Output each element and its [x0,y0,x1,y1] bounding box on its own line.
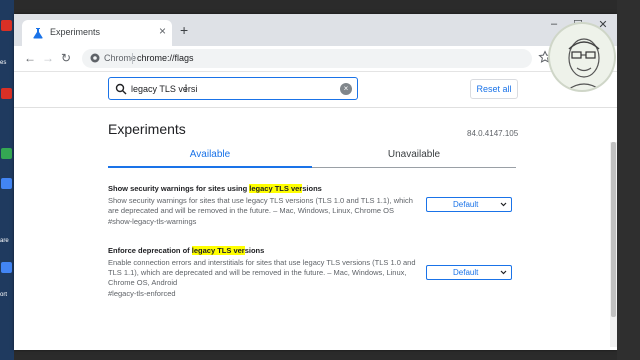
dropdown-value: Default [453,200,479,209]
desktop-app-icon[interactable] [1,20,12,31]
flags-search-header: × Reset all [14,72,617,108]
tab-unavailable[interactable]: Unavailable [312,146,516,168]
search-highlight: legacy TLS ver [191,246,245,255]
desktop-label: are [0,238,9,244]
desktop-background-right [617,0,640,360]
chevron-down-icon [500,202,507,207]
tab-experiments[interactable]: Experiments × [22,20,172,46]
flags-page: × Reset all Experiments 84.0.4147.105 Av… [14,72,617,350]
search-highlight: legacy TLS ver [249,184,303,193]
desktop-app-icon[interactable] [1,88,12,99]
desktop-app-icon[interactable] [1,148,12,159]
flag-permalink[interactable]: #show-legacy-tls-warnings [108,217,528,227]
flag-description: Show security warnings for sites that us… [108,196,413,215]
address-separator [132,53,133,64]
address-url[interactable]: chrome://flags [137,53,194,63]
browser-toolbar: ← → ↻ Chrome chrome://flags [14,46,617,72]
flag-state-dropdown[interactable]: Default [426,265,512,280]
desktop-app-icon[interactable] [1,178,12,189]
chevron-down-icon [500,270,507,275]
flag-permalink[interactable]: #legacy-tls-enforced [108,289,528,299]
flag-state-dropdown[interactable]: Default [426,197,512,212]
reset-all-button[interactable]: Reset all [470,79,518,99]
address-bar[interactable]: Chrome chrome://flags [82,49,532,68]
clear-search-button[interactable]: × [340,83,352,95]
scrollbar[interactable] [610,142,617,347]
flag-title-text: sions [244,246,265,255]
version-label: 84.0.4147.105 [467,129,519,138]
flag-title-text: Show security warnings for sites using [108,184,250,193]
flask-icon [33,28,43,39]
forward-button[interactable]: → [42,51,54,65]
search-icon [115,83,127,95]
browser-window: Experiments × + – ☐ ✕ ← → ↻ Chrome chrom… [14,14,617,350]
flag-item: Show security warnings for sites using l… [108,184,528,227]
flag-title-text: Enforce deprecation of [108,246,192,255]
webcam-avatar [548,22,616,92]
flag-item: Enforce deprecation of legacy TLS versio… [108,246,528,299]
desktop-label: es [0,60,7,66]
back-button[interactable]: ← [24,51,36,65]
flag-title: Enforce deprecation of legacy TLS versio… [108,246,528,256]
flag-title: Show security warnings for sites using l… [108,184,528,194]
desktop-strip: es are ort [0,0,14,360]
tab-available[interactable]: Available [108,146,312,168]
search-box[interactable]: × [108,77,358,100]
new-tab-button[interactable]: + [180,22,188,38]
tab-strip: Experiments × + – ☐ ✕ [14,14,617,46]
chrome-icon [90,53,100,63]
reload-button[interactable]: ↻ [61,51,71,65]
flags-tabs: Available Unavailable [108,146,516,168]
desktop-app-icon[interactable] [1,262,12,273]
tab-close-icon[interactable]: × [159,24,166,38]
tab-title: Experiments [50,27,101,37]
desktop-label: ort [0,292,8,298]
scrollbar-thumb[interactable] [611,142,616,317]
screen: es are ort Experiments × + – ☐ ✕ ← → ↻ [0,0,640,360]
text-cursor-icon [185,84,187,92]
search-input[interactable] [131,81,331,97]
dropdown-value: Default [453,268,479,277]
page-title: Experiments [108,121,186,137]
flag-description: Enable connection errors and interstitia… [108,258,416,287]
flag-title-text: sions [302,184,322,193]
